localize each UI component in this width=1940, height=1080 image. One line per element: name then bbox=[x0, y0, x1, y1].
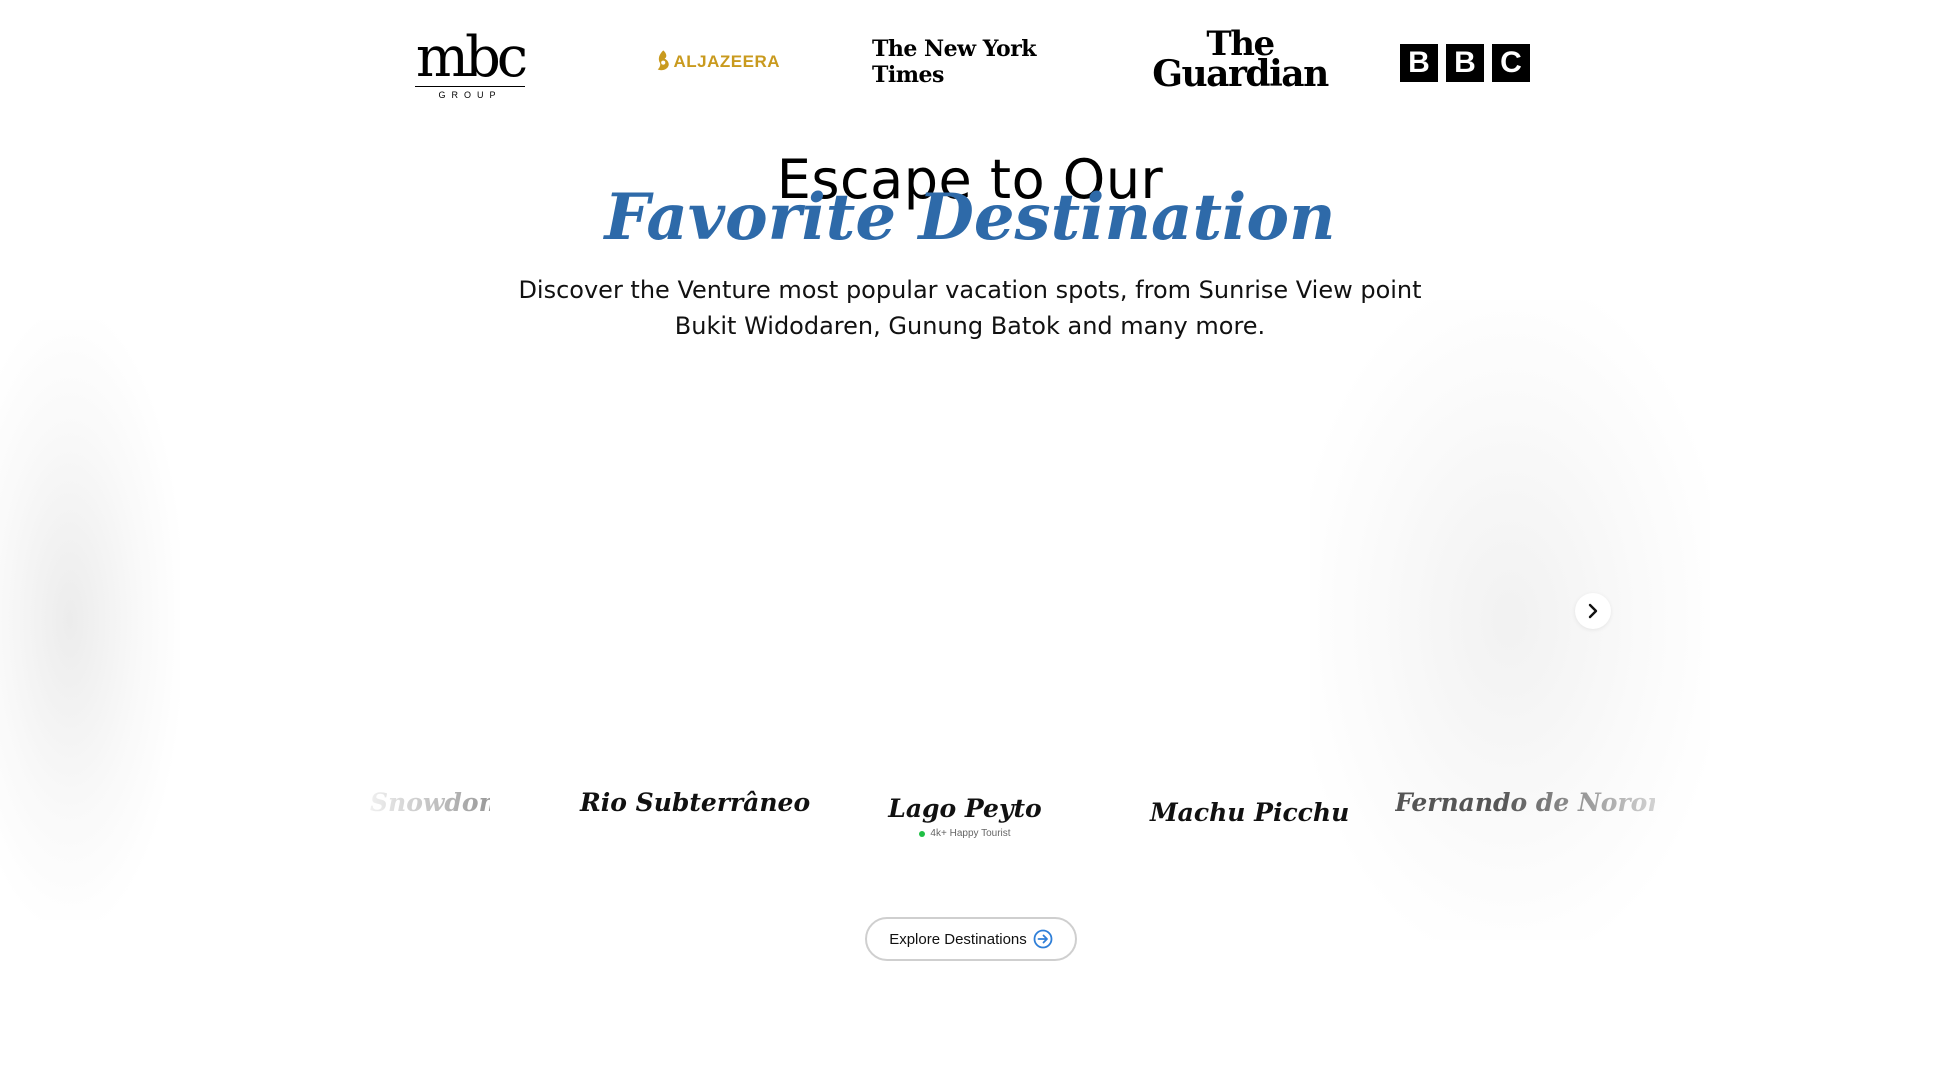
happy-tourist-text: 4k+ Happy Tourist bbox=[930, 828, 1011, 839]
mbc-logo-word: mbc bbox=[415, 25, 528, 90]
section-heading: Escape to Our Favorite Destination bbox=[0, 150, 1940, 255]
explore-destinations-label: Explore Destinations bbox=[889, 930, 1027, 948]
guardian-logo: The Guardian bbox=[1152, 27, 1329, 92]
bbc-logo: B B C bbox=[1400, 44, 1530, 82]
bbc-letter: B bbox=[1400, 44, 1438, 82]
carousel-fade-left bbox=[0, 320, 180, 920]
carousel-fade-right bbox=[1310, 300, 1710, 940]
happy-tourist-badge: 4k+ Happy Tourist bbox=[905, 828, 1025, 839]
destination-card-lago-peyto[interactable]: Lago Peyto bbox=[880, 794, 1050, 823]
mbc-logo-sub: GROUP bbox=[415, 86, 525, 100]
press-logos: mbc GROUP ALJAZEERA The New York Times T… bbox=[0, 27, 1940, 110]
aljazeera-logo: ALJAZEERA bbox=[655, 40, 780, 84]
status-dot-icon bbox=[919, 830, 926, 837]
destination-card-machu-picchu[interactable]: Machu Picchu bbox=[1150, 798, 1349, 827]
chevron-right-icon bbox=[1588, 603, 1598, 619]
explore-destinations-button[interactable]: Explore Destinations bbox=[865, 917, 1077, 961]
destination-card-rio-subterraneo[interactable]: Rio Subterrâneo bbox=[580, 788, 810, 817]
mbc-group-logo: mbc GROUP bbox=[405, 30, 535, 102]
guardian-logo-name: Guardian bbox=[1152, 53, 1329, 95]
arrow-right-circle-icon bbox=[1033, 929, 1053, 949]
aljazeera-wordmark: ALJAZEERA bbox=[673, 52, 780, 71]
bbc-letter: B bbox=[1446, 44, 1484, 82]
heading-line-2: Favorite Destination bbox=[604, 180, 1336, 255]
destination-card-fernando-de-noronha[interactable]: Fernando de Noronha bbox=[1395, 788, 1700, 817]
destination-card-snowdon[interactable]: Snowdon bbox=[370, 788, 497, 817]
aljazeera-emblem-icon bbox=[657, 50, 669, 71]
bbc-letter: C bbox=[1492, 44, 1530, 82]
nyt-logo: The New York Times bbox=[872, 36, 1037, 88]
carousel-next-button[interactable] bbox=[1575, 593, 1611, 629]
